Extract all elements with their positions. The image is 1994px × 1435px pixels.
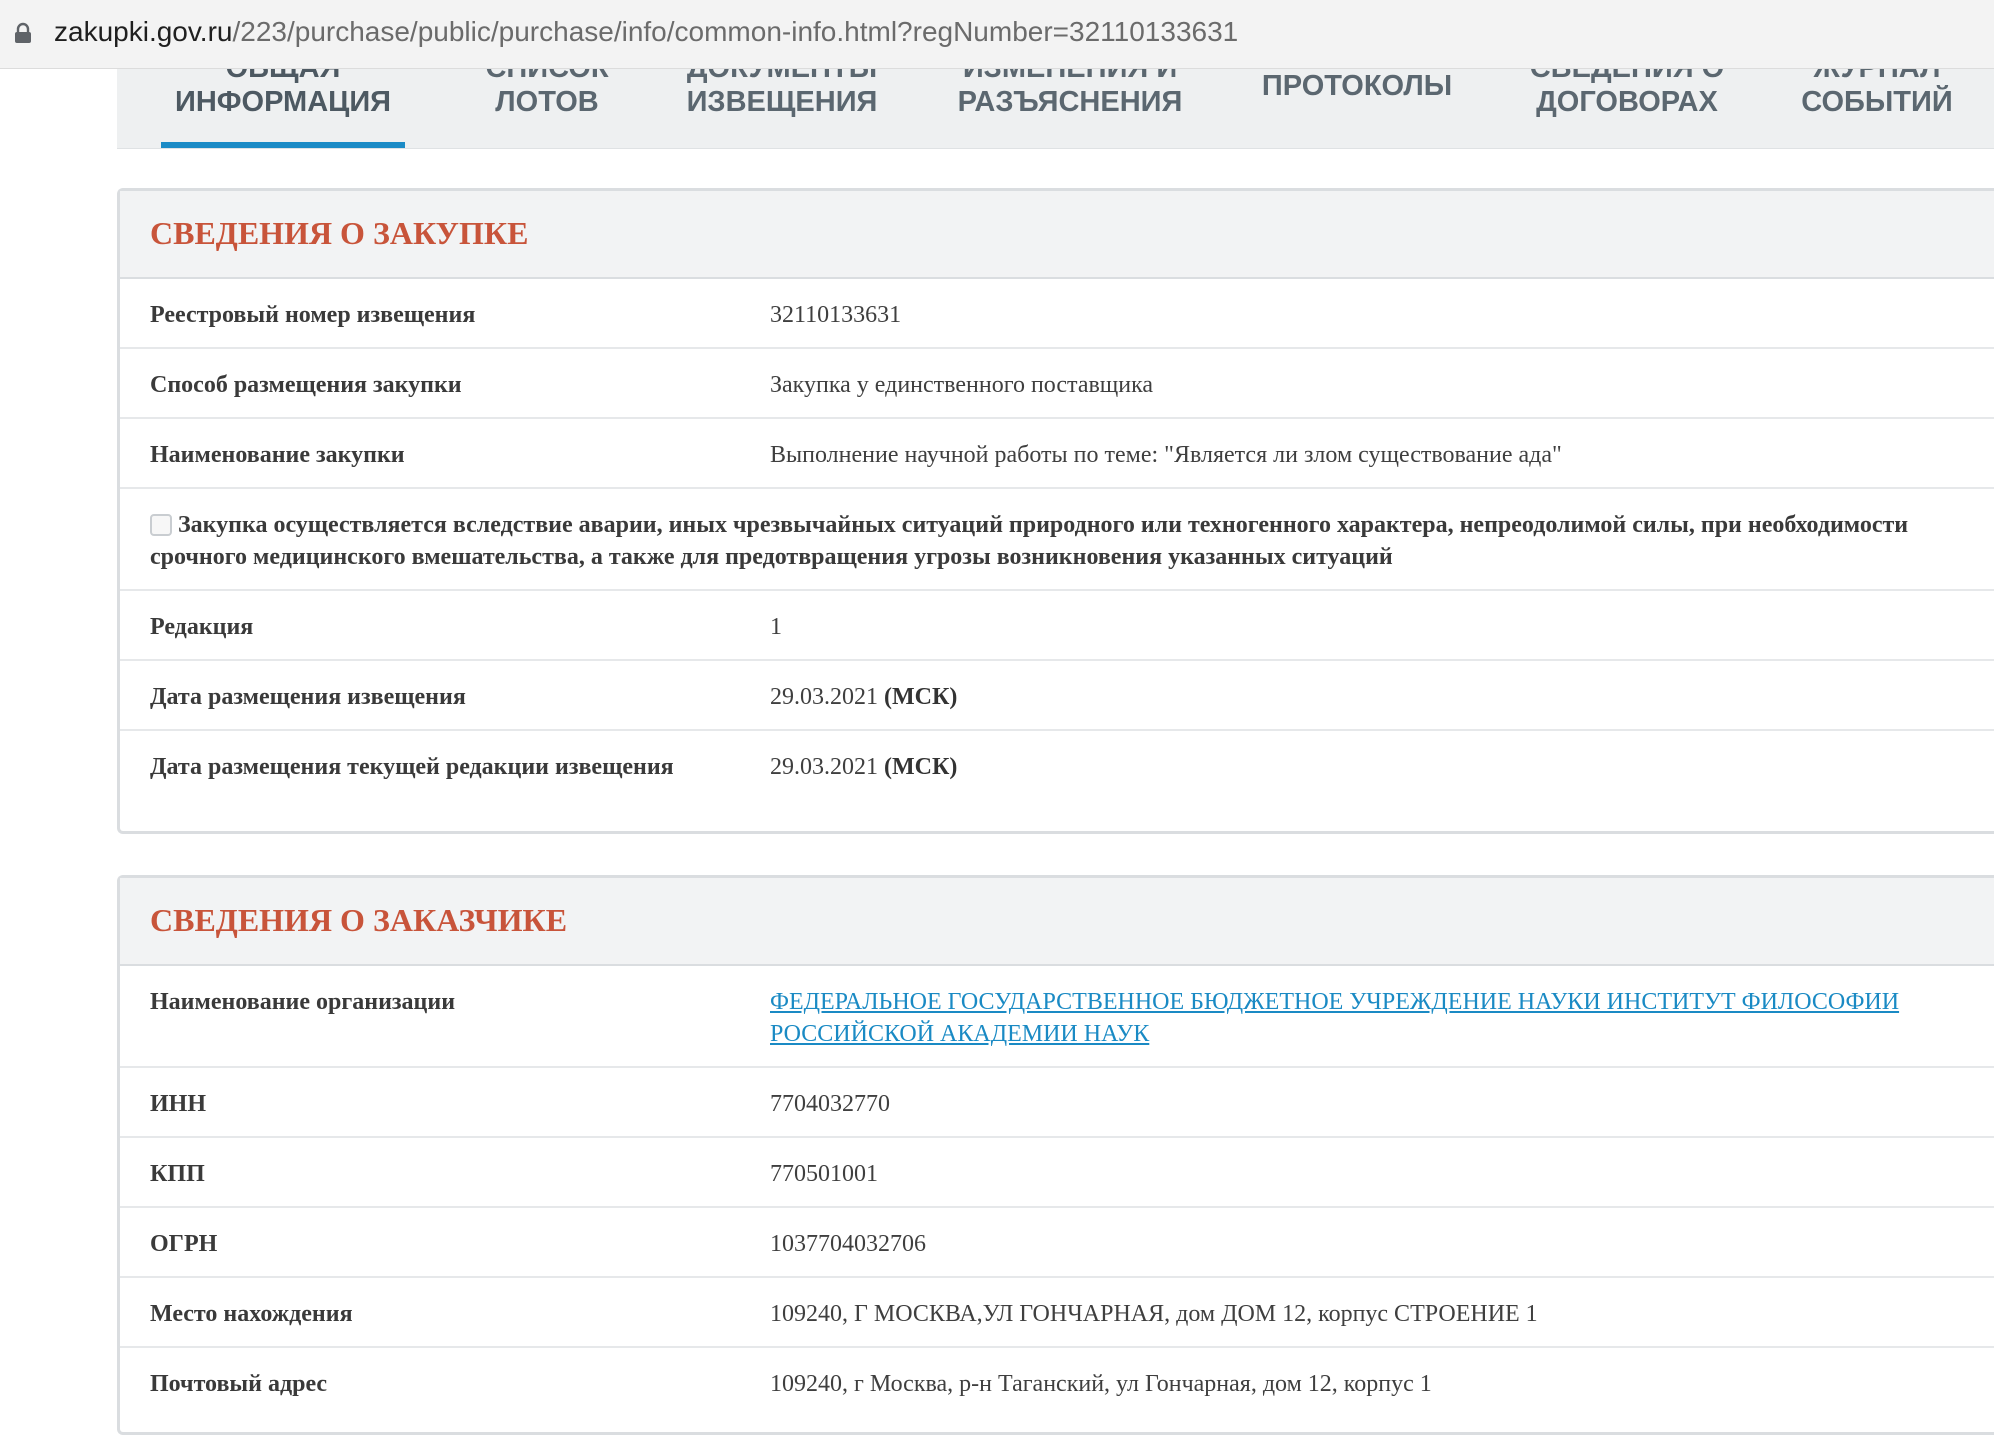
tab-label-line2: ИЗВЕЩЕНИЯ	[686, 86, 878, 118]
lock-icon	[15, 22, 31, 43]
info-row-ogrn: ОГРН 1037704032706	[120, 1208, 1994, 1278]
row-label: Наименование организации	[150, 989, 456, 1015]
active-tab-indicator	[161, 142, 405, 148]
row-label: Место нахождения	[150, 1301, 353, 1327]
ogrn-value: 1037704032706	[770, 1231, 926, 1257]
current-date-value: 29.03.2021 (МСК)	[770, 751, 1970, 783]
tab-label-line2: РАЗЪЯСНЕНИЯ	[957, 86, 1183, 118]
customer-info-section: СВЕДЕНИЯ О ЗАКАЗЧИКЕ Наименование органи…	[117, 875, 1994, 1435]
notice-date-value: 29.03.2021 (МСК)	[770, 681, 1970, 713]
section-header: СВЕДЕНИЯ О ЗАКАЗЧИКЕ	[120, 878, 1994, 966]
info-row-emergency: Закупка осуществляется вследствие аварии…	[120, 489, 1994, 591]
row-label: Способ размещения закупки	[150, 372, 462, 398]
emergency-text: Закупка осуществляется вследствие аварии…	[150, 512, 1909, 570]
purchase-name-value: Выполнение научной работы по теме: "Явля…	[770, 442, 1562, 468]
section-title: СВЕДЕНИЯ О ЗАКАЗЧИКЕ	[150, 902, 568, 938]
address-url[interactable]: zakupki.gov.ru/223/purchase/public/purch…	[54, 12, 1238, 52]
info-row-inn: ИНН 7704032770	[120, 1068, 1994, 1138]
postal-value: 109240, г Москва, р-н Таганский, ул Гонч…	[770, 1371, 1432, 1397]
emergency-checkbox[interactable]	[150, 514, 172, 536]
location-value: 109240, Г МОСКВА,УЛ ГОНЧАРНАЯ, дом ДОМ 1…	[770, 1301, 1538, 1327]
url-host: zakupki.gov.ru	[54, 16, 233, 47]
info-row-current-date: Дата размещения текущей редакции извещен…	[120, 731, 1994, 831]
date-text: 29.03.2021	[770, 754, 878, 780]
url-path: /223/purchase/public/purchase/info/commo…	[232, 16, 1239, 47]
purchase-info-section: СВЕДЕНИЯ О ЗАКУПКЕ Реестровый номер изве…	[117, 188, 1994, 834]
row-label: Дата размещения извещения	[150, 684, 466, 710]
method-value: Закупка у единственного поставщика	[770, 372, 1154, 398]
emergency-checkbox-label: Закупка осуществляется вследствие аварии…	[150, 509, 1934, 573]
section-header: СВЕДЕНИЯ О ЗАКУПКЕ	[120, 191, 1994, 279]
row-label: Дата размещения текущей редакции извещен…	[150, 754, 674, 780]
date-text: 29.03.2021	[770, 684, 878, 710]
kpp-value: 770501001	[770, 1161, 878, 1187]
tab-label-line2: СОБЫТИЙ	[1801, 86, 1953, 118]
row-label: КПП	[150, 1161, 205, 1187]
info-row-notice-date: Дата размещения извещения 29.03.2021 (МС…	[120, 661, 1994, 731]
row-label: ОГРН	[150, 1231, 218, 1257]
tab-label-line2: ЛОТОВ	[495, 86, 599, 118]
reg-number-value: 32110133631	[770, 302, 902, 328]
tab-label: ПРОТОКОЛЫ	[1261, 70, 1453, 102]
tab-label-line2: ИНФОРМАЦИЯ	[174, 86, 392, 118]
tab-label-line2: ДОГОВОРАХ	[1536, 86, 1718, 118]
section-title: СВЕДЕНИЯ О ЗАКУПКЕ	[150, 215, 529, 251]
edition-value: 1	[770, 614, 782, 640]
row-label: Редакция	[150, 614, 254, 640]
row-label: Почтовый адрес	[150, 1371, 328, 1397]
info-row-name: Наименование закупки Выполнение научной …	[120, 419, 1994, 489]
info-row-reg-number: Реестровый номер извещения 32110133631	[120, 279, 1994, 349]
org-name-value: ФЕДЕРАЛЬНОЕ ГОСУДАРСТВЕННОЕ БЮДЖЕТНОЕ УЧ…	[770, 986, 1970, 1050]
info-row-edition: Редакция 1	[120, 591, 1994, 661]
info-row-method: Способ размещения закупки Закупка у един…	[120, 349, 1994, 419]
inn-value: 7704032770	[770, 1091, 890, 1117]
org-name-link[interactable]: ФЕДЕРАЛЬНОЕ ГОСУДАРСТВЕННОЕ БЮДЖЕТНОЕ УЧ…	[770, 989, 1899, 1047]
browser-address-bar[interactable]: zakupki.gov.ru/223/purchase/public/purch…	[0, 0, 1994, 69]
info-row-location: Место нахождения 109240, Г МОСКВА,УЛ ГОН…	[120, 1278, 1994, 1348]
row-label: ИНН	[150, 1091, 207, 1117]
info-row-org-name: Наименование организации ФЕДЕРАЛЬНОЕ ГОС…	[120, 966, 1994, 1068]
row-label: Наименование закупки	[150, 442, 405, 468]
timezone-label: (МСК)	[884, 754, 958, 780]
info-row-kpp: КПП 770501001	[120, 1138, 1994, 1208]
row-label: Реестровый номер извещения	[150, 302, 476, 328]
timezone-label: (МСК)	[884, 684, 958, 710]
